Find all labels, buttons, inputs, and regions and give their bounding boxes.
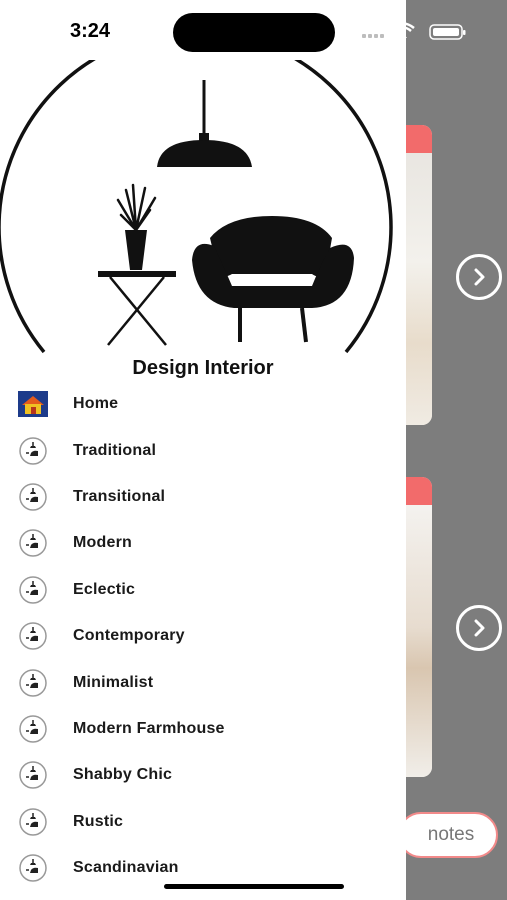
interior-icon [18,436,48,466]
menu-item-label: Traditional [73,441,157,459]
menu-item-label: Scandinavian [73,859,179,877]
menu-item-transitional[interactable]: Transitional [0,474,406,520]
interior-icon [18,528,48,558]
interior-icon [18,714,48,744]
status-time: 3:24 [70,20,111,42]
battery-icon [429,24,466,40]
interior-icon [18,853,48,883]
menu-item-label: Modern Farmhouse [73,719,225,737]
house-icon [18,389,48,419]
interior-icon [18,621,48,651]
menu-item-label: Transitional [73,487,166,505]
chevron-right-button[interactable] [456,605,502,651]
menu-item-label: Modern [73,534,132,552]
menu-item-label: Contemporary [73,627,185,645]
menu-item-shabby-chic[interactable]: Shabby Chic [0,752,406,798]
interior-icon [18,807,48,837]
drawer-menu: Home Traditional Transitional Modern Ecl… [0,381,406,891]
brand-title: Design Interior [132,357,274,379]
menu-item-modern-farmhouse[interactable]: Modern Farmhouse [0,706,406,752]
design-interior-logo [0,60,393,354]
interior-icon [18,575,48,605]
menu-item-contemporary[interactable]: Contemporary [0,613,406,659]
menu-item-minimalist[interactable]: Minimalist [0,659,406,705]
menu-item-label: Minimalist [73,673,154,691]
interior-icon [18,760,48,790]
chevron-right-icon [474,619,485,637]
interior-icon [18,482,48,512]
notes-button[interactable]: notes [398,812,498,858]
home-indicator [164,884,344,889]
menu-item-modern[interactable]: Modern [0,520,406,566]
menu-item-traditional[interactable]: Traditional [0,427,406,473]
menu-item-label: Rustic [73,812,124,830]
chevron-right-button[interactable] [456,254,502,300]
dynamic-island [173,13,335,52]
menu-item-eclectic[interactable]: Eclectic [0,567,406,613]
interior-icon [18,668,48,698]
wifi-icon [391,22,415,38]
menu-item-label: Home [73,395,119,413]
menu-item-home[interactable]: Home [0,381,406,427]
menu-item-rustic[interactable]: Rustic [0,799,406,845]
chevron-right-icon [474,268,485,286]
menu-item-label: Shabby Chic [73,766,173,784]
side-drawer: 3:24 Design Interior Home Traditional Tr… [0,0,406,900]
status-icons [362,22,466,40]
signal-icon [362,34,384,38]
menu-item-label: Eclectic [73,580,136,598]
